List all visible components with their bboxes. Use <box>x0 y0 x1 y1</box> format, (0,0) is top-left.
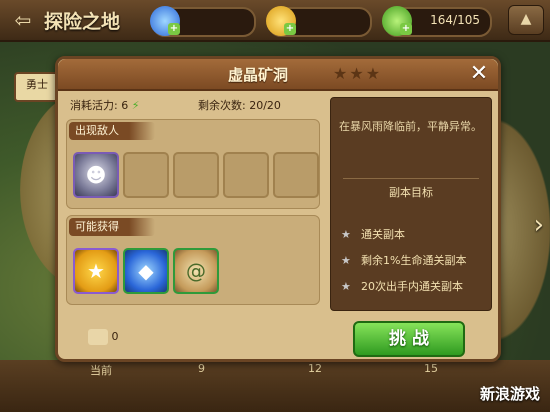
goal-text: 通关副本 <box>361 228 405 241</box>
dialog-header: 虚晶矿洞 ★★★ ✕ <box>58 59 498 91</box>
goal-item: ★ 通关副本 <box>341 226 405 242</box>
stamina-label: 消耗活力: 6 <box>70 99 129 112</box>
gem-resource[interactable]: + <box>150 6 256 37</box>
energy-count: 164/105 <box>430 13 480 27</box>
dungeon-description: 在暴风雨降临前，平静异常。 <box>339 120 482 133</box>
goal-star-icon: ★ <box>341 228 351 241</box>
scroll-key-icon <box>88 329 108 345</box>
gold-star-coin-icon: ★ <box>87 259 105 283</box>
loot-gold-slot[interactable]: ★ <box>73 248 119 294</box>
goal-item: ★ 剩余1%生命通关副本 <box>341 252 466 268</box>
empty-slot <box>273 152 319 198</box>
difficulty-stars: ★★★ <box>333 64 383 83</box>
add-gold-icon[interactable]: + <box>284 23 296 35</box>
fight-button[interactable]: 挑 战 <box>353 321 465 357</box>
scroll-icon: @ <box>186 259 206 283</box>
empty-slot <box>173 152 219 198</box>
gold-resource[interactable]: + <box>266 6 372 37</box>
enemies-header: 出现敌人 <box>69 122 155 140</box>
track-tick: 15 <box>424 362 438 375</box>
divider <box>343 178 479 179</box>
remaining-tries: 剩余次数: 20/20 <box>198 99 281 112</box>
add-energy-icon[interactable]: + <box>400 23 412 35</box>
stamina-bolt-icon: ⚡ <box>131 99 140 112</box>
add-gem-icon[interactable]: + <box>168 23 180 35</box>
track-tick: 9 <box>198 362 205 375</box>
track-current-label: 当前 <box>90 364 112 377</box>
watermark: 新浪游戏 <box>479 385 540 403</box>
loot-section: 可能获得 ★ ◆ @ <box>66 215 320 305</box>
enemy-slot[interactable]: ☻ <box>73 152 119 198</box>
empty-slot <box>123 152 169 198</box>
dialog-title: 虚晶矿洞 <box>227 66 288 84</box>
loot-scroll-slot[interactable]: @ <box>173 248 219 294</box>
next-arrow-icon[interactable]: › <box>534 210 544 240</box>
back-arrow-icon[interactable]: ⇦ <box>10 8 36 32</box>
side-tab-warrior[interactable]: 勇士 <box>14 72 60 102</box>
empty-slot <box>223 152 269 198</box>
menu-button[interactable]: ▲ <box>508 5 544 35</box>
goal-text: 20次出手内通关副本 <box>361 280 463 293</box>
close-icon[interactable]: ✕ <box>466 62 492 86</box>
progress-track <box>0 360 550 412</box>
goals-title: 副本目标 <box>389 186 433 199</box>
dungeon-info-panel: 在暴风雨降临前，平静异常。 副本目标 ★ 通关副本 ★ 剩余1%生命通关副本 ★ 20… <box>330 97 492 311</box>
top-bar: ⇦ 探险之地 + + + 164/105 ▲ <box>0 0 550 42</box>
track-tick: 12 <box>308 362 322 375</box>
goal-star-icon: ★ <box>341 280 351 293</box>
enemy-portrait-icon: ☻ <box>85 163 107 187</box>
goal-text: 剩余1%生命通关副本 <box>361 254 467 267</box>
energy-resource[interactable]: + 164/105 <box>382 6 492 37</box>
stamina-cost: 消耗活力: 6 ⚡ <box>70 97 139 113</box>
key-count: 0 <box>111 330 119 343</box>
page-title: 探险之地 <box>44 11 121 33</box>
key-counter: 0 <box>88 329 119 345</box>
goal-star-icon: ★ <box>341 254 351 267</box>
blue-crystal-icon: ◆ <box>138 259 154 283</box>
enemies-section: 出现敌人 ☻ <box>66 119 320 209</box>
goal-item: ★ 20次出手内通关副本 <box>341 278 463 294</box>
dungeon-dialog: 虚晶矿洞 ★★★ ✕ 消耗活力: 6 ⚡ 剩余次数: 20/20 出现敌人 ☻ … <box>55 56 501 362</box>
loot-crystal-slot[interactable]: ◆ <box>123 248 169 294</box>
loot-header: 可能获得 <box>69 218 155 236</box>
